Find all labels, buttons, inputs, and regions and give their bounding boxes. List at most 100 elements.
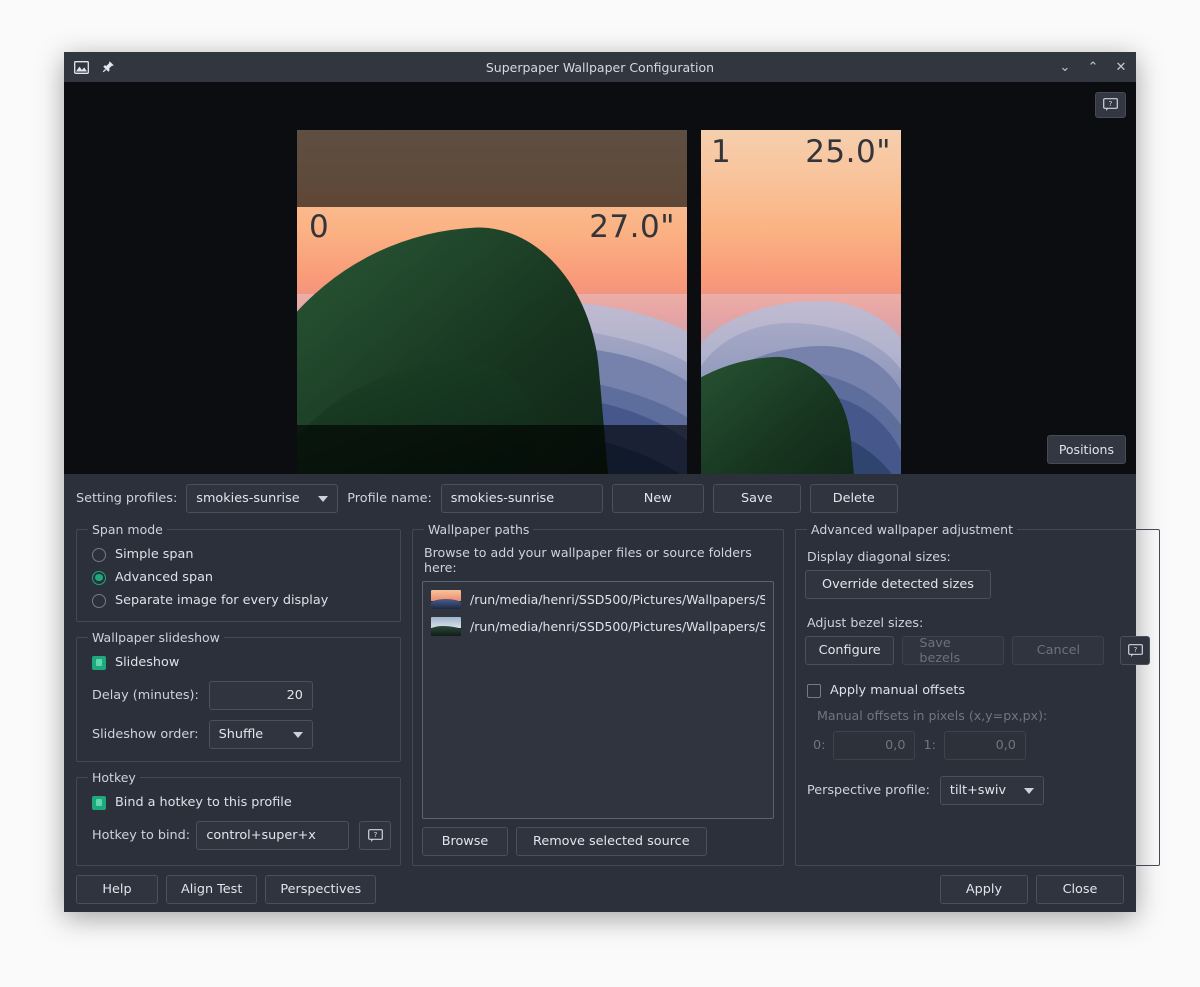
span-mode-option-simple[interactable]: Simple span [86,543,391,566]
checkbox-apply-manual-offsets[interactable] [807,684,821,698]
list-item[interactable]: /run/media/henri/SSD500/Pictures/Wallpap… [423,613,773,640]
radio-separate-image[interactable] [92,594,106,608]
checkbox-bind-hotkey[interactable] [92,796,106,810]
hotkey-label: Hotkey to bind: [92,828,186,843]
minimize-button[interactable]: ⌄ [1058,61,1072,74]
save-profile-button[interactable]: Save [713,484,801,513]
order-label: Slideshow order: [92,727,199,742]
hotkey-input[interactable]: control+super+x [196,821,349,850]
chevron-down-icon [318,496,328,502]
delete-profile-button[interactable]: Delete [810,484,898,513]
hotkey-input-row: Hotkey to bind: control+super+x ? [86,814,391,853]
svg-text:?: ? [1133,644,1137,653]
middle-column: Wallpaper paths Browse to add your wallp… [412,522,784,866]
align-test-button[interactable]: Align Test [166,875,257,904]
help-balloon-icon: ? [368,829,383,843]
override-detected-sizes-button[interactable]: Override detected sizes [805,570,991,599]
order-value: Shuffle [219,727,264,742]
slideshow-legend: Wallpaper slideshow [88,630,224,645]
manual-offsets-row[interactable]: Apply manual offsets [805,667,1150,702]
override-row: Override detected sizes [805,570,1150,601]
titlebar-icons [72,58,117,76]
pin-icon[interactable] [99,58,117,76]
setting-profiles-select[interactable]: smokies-sunrise [186,484,338,513]
bezel-sizes-label: Adjust bezel sizes: [805,601,1150,636]
close-button[interactable]: ✕ [1114,61,1128,74]
bezel-buttons-row: Configure Save bezels Cancel ? [805,636,1150,667]
span-mode-label-advanced: Advanced span [115,570,213,585]
hotkey-legend: Hotkey [88,770,140,785]
help-balloon-icon: ? [1128,644,1143,658]
slideshow-enable-label: Slideshow [115,655,179,670]
delay-input[interactable]: 20 [209,681,313,710]
chevron-down-icon [1024,788,1034,794]
slideshow-group: Wallpaper slideshow Slideshow Delay (min… [76,630,401,762]
advanced-adjustment-group: Advanced wallpaper adjustment Display di… [795,522,1160,866]
paths-hint: Browse to add your wallpaper files or so… [422,543,774,581]
settings-columns: Span mode Simple span Advanced span Sepa… [76,522,1124,866]
hotkey-bind-label: Bind a hotkey to this profile [115,795,292,810]
span-mode-legend: Span mode [88,522,167,537]
wallpaper-scene-portrait [701,130,901,474]
perspective-value: tilt+swiv [950,783,1006,798]
configure-bezels-button[interactable]: Configure [805,636,894,665]
paths-list[interactable]: /run/media/henri/SSD500/Pictures/Wallpap… [422,581,774,819]
path-buttons: Browse Remove selected source [422,819,774,856]
setting-profiles-label: Setting profiles: [76,491,177,506]
browse-button[interactable]: Browse [422,827,508,856]
manual-offsets-label: Apply manual offsets [830,683,965,698]
checkbox-slideshow[interactable] [92,656,106,670]
radio-advanced-span[interactable] [92,571,106,585]
offset-0-value: 0,0 [885,738,905,753]
cancel-bezels-button: Cancel [1012,636,1104,665]
window-titlebar: Superpaper Wallpaper Configuration ⌄ ⌃ ✕ [64,52,1136,82]
span-mode-option-advanced[interactable]: Advanced span [86,566,391,589]
profile-name-input[interactable]: smokies-sunrise [441,484,603,513]
radio-simple-span[interactable] [92,548,106,562]
offsets-hint: Manual offsets in pixels (x,y=px,px): [805,702,1150,729]
perspectives-button[interactable]: Perspectives [265,875,376,904]
offset-0-input: 0,0 [833,731,915,760]
window-controls: ⌄ ⌃ ✕ [1058,61,1128,74]
profile-row: Setting profiles: smokies-sunrise Profil… [76,484,1124,513]
positions-button[interactable]: Positions [1047,435,1126,464]
apply-button[interactable]: Apply [940,875,1028,904]
diagonal-sizes-label: Display diagonal sizes: [805,543,1150,570]
right-column: Advanced wallpaper adjustment Display di… [795,522,1160,866]
span-mode-option-separate[interactable]: Separate image for every display [86,589,391,612]
list-item[interactable]: /run/media/henri/SSD500/Pictures/Wallpap… [423,586,773,613]
bezel-help-button[interactable]: ? [1120,636,1150,665]
new-profile-button[interactable]: New [612,484,704,513]
maximize-button[interactable]: ⌃ [1086,61,1100,74]
path-text: /run/media/henri/SSD500/Pictures/Wallpap… [470,592,765,607]
slideshow-order-select[interactable]: Shuffle [209,720,313,749]
help-button[interactable]: Help [76,875,158,904]
offset-1-value: 0,0 [996,738,1016,753]
span-mode-group: Span mode Simple span Advanced span Sepa… [76,522,401,622]
close-dialog-button[interactable]: Close [1036,875,1124,904]
remove-selected-source-button[interactable]: Remove selected source [516,827,707,856]
wallpaper-preview[interactable]: 0 27.0" 1 25.0" ? Positions [64,82,1136,474]
slideshow-enable-row[interactable]: Slideshow [86,651,391,674]
window-title: Superpaper Wallpaper Configuration [64,60,1136,75]
path-text: /run/media/henri/SSD500/Pictures/Wallpap… [470,619,765,634]
slideshow-order-row: Slideshow order: Shuffle [86,713,391,752]
hotkey-group: Hotkey Bind a hotkey to this profile Hot… [76,770,401,866]
perspective-select[interactable]: tilt+swiv [940,776,1044,805]
profile-name-label: Profile name: [347,491,431,506]
settings-body: Setting profiles: smokies-sunrise Profil… [64,474,1136,912]
span-mode-label-simple: Simple span [115,547,194,562]
save-bezels-button: Save bezels [902,636,1004,665]
help-balloon-icon: ? [1103,98,1118,112]
span-mode-label-separate: Separate image for every display [115,593,328,608]
wallpaper-paths-group: Wallpaper paths Browse to add your wallp… [412,522,784,866]
hotkey-bind-row[interactable]: Bind a hotkey to this profile [86,791,391,814]
offset-1-label: 1: [923,738,935,753]
hotkey-help-button[interactable]: ? [359,821,391,850]
setting-profiles-value: smokies-sunrise [196,491,299,506]
preview-help-button[interactable]: ? [1095,92,1126,118]
advanced-legend: Advanced wallpaper adjustment [807,522,1017,537]
profile-name-value: smokies-sunrise [451,491,554,506]
delay-label: Delay (minutes): [92,688,199,703]
superpaper-window: Superpaper Wallpaper Configuration ⌄ ⌃ ✕ [64,52,1136,912]
